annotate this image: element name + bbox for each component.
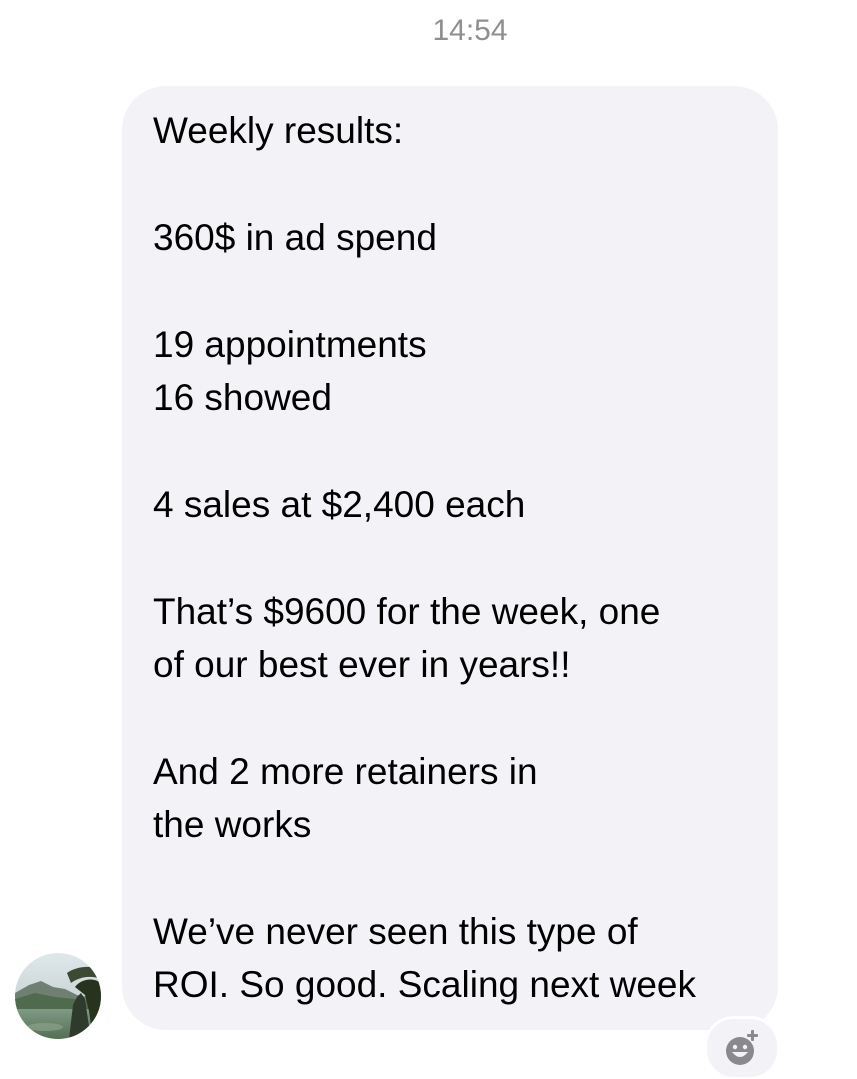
add-reaction-button[interactable] [704,1016,780,1079]
message-bubble[interactable]: Weekly results: 360$ in ad spend 19 appo… [122,86,778,1030]
message-paragraph: 19 appointments 16 showed [153,324,427,418]
avatar-photo [15,953,101,1039]
message-paragraph: 360$ in ad spend [153,217,437,258]
message-paragraph: And 2 more retainers in the works [153,751,538,845]
message-paragraph: Weekly results: [153,110,404,151]
add-reaction-smiley-icon [726,1030,758,1065]
sender-avatar[interactable] [15,953,101,1039]
message-paragraph: We’ve never seen this type of ROI. So go… [153,911,696,1005]
message-timestamp: 14:54 [432,14,508,47]
message-paragraph: That’s $9600 for the week, one of our be… [153,591,661,685]
message-paragraph: 4 sales at $2,400 each [153,484,526,525]
